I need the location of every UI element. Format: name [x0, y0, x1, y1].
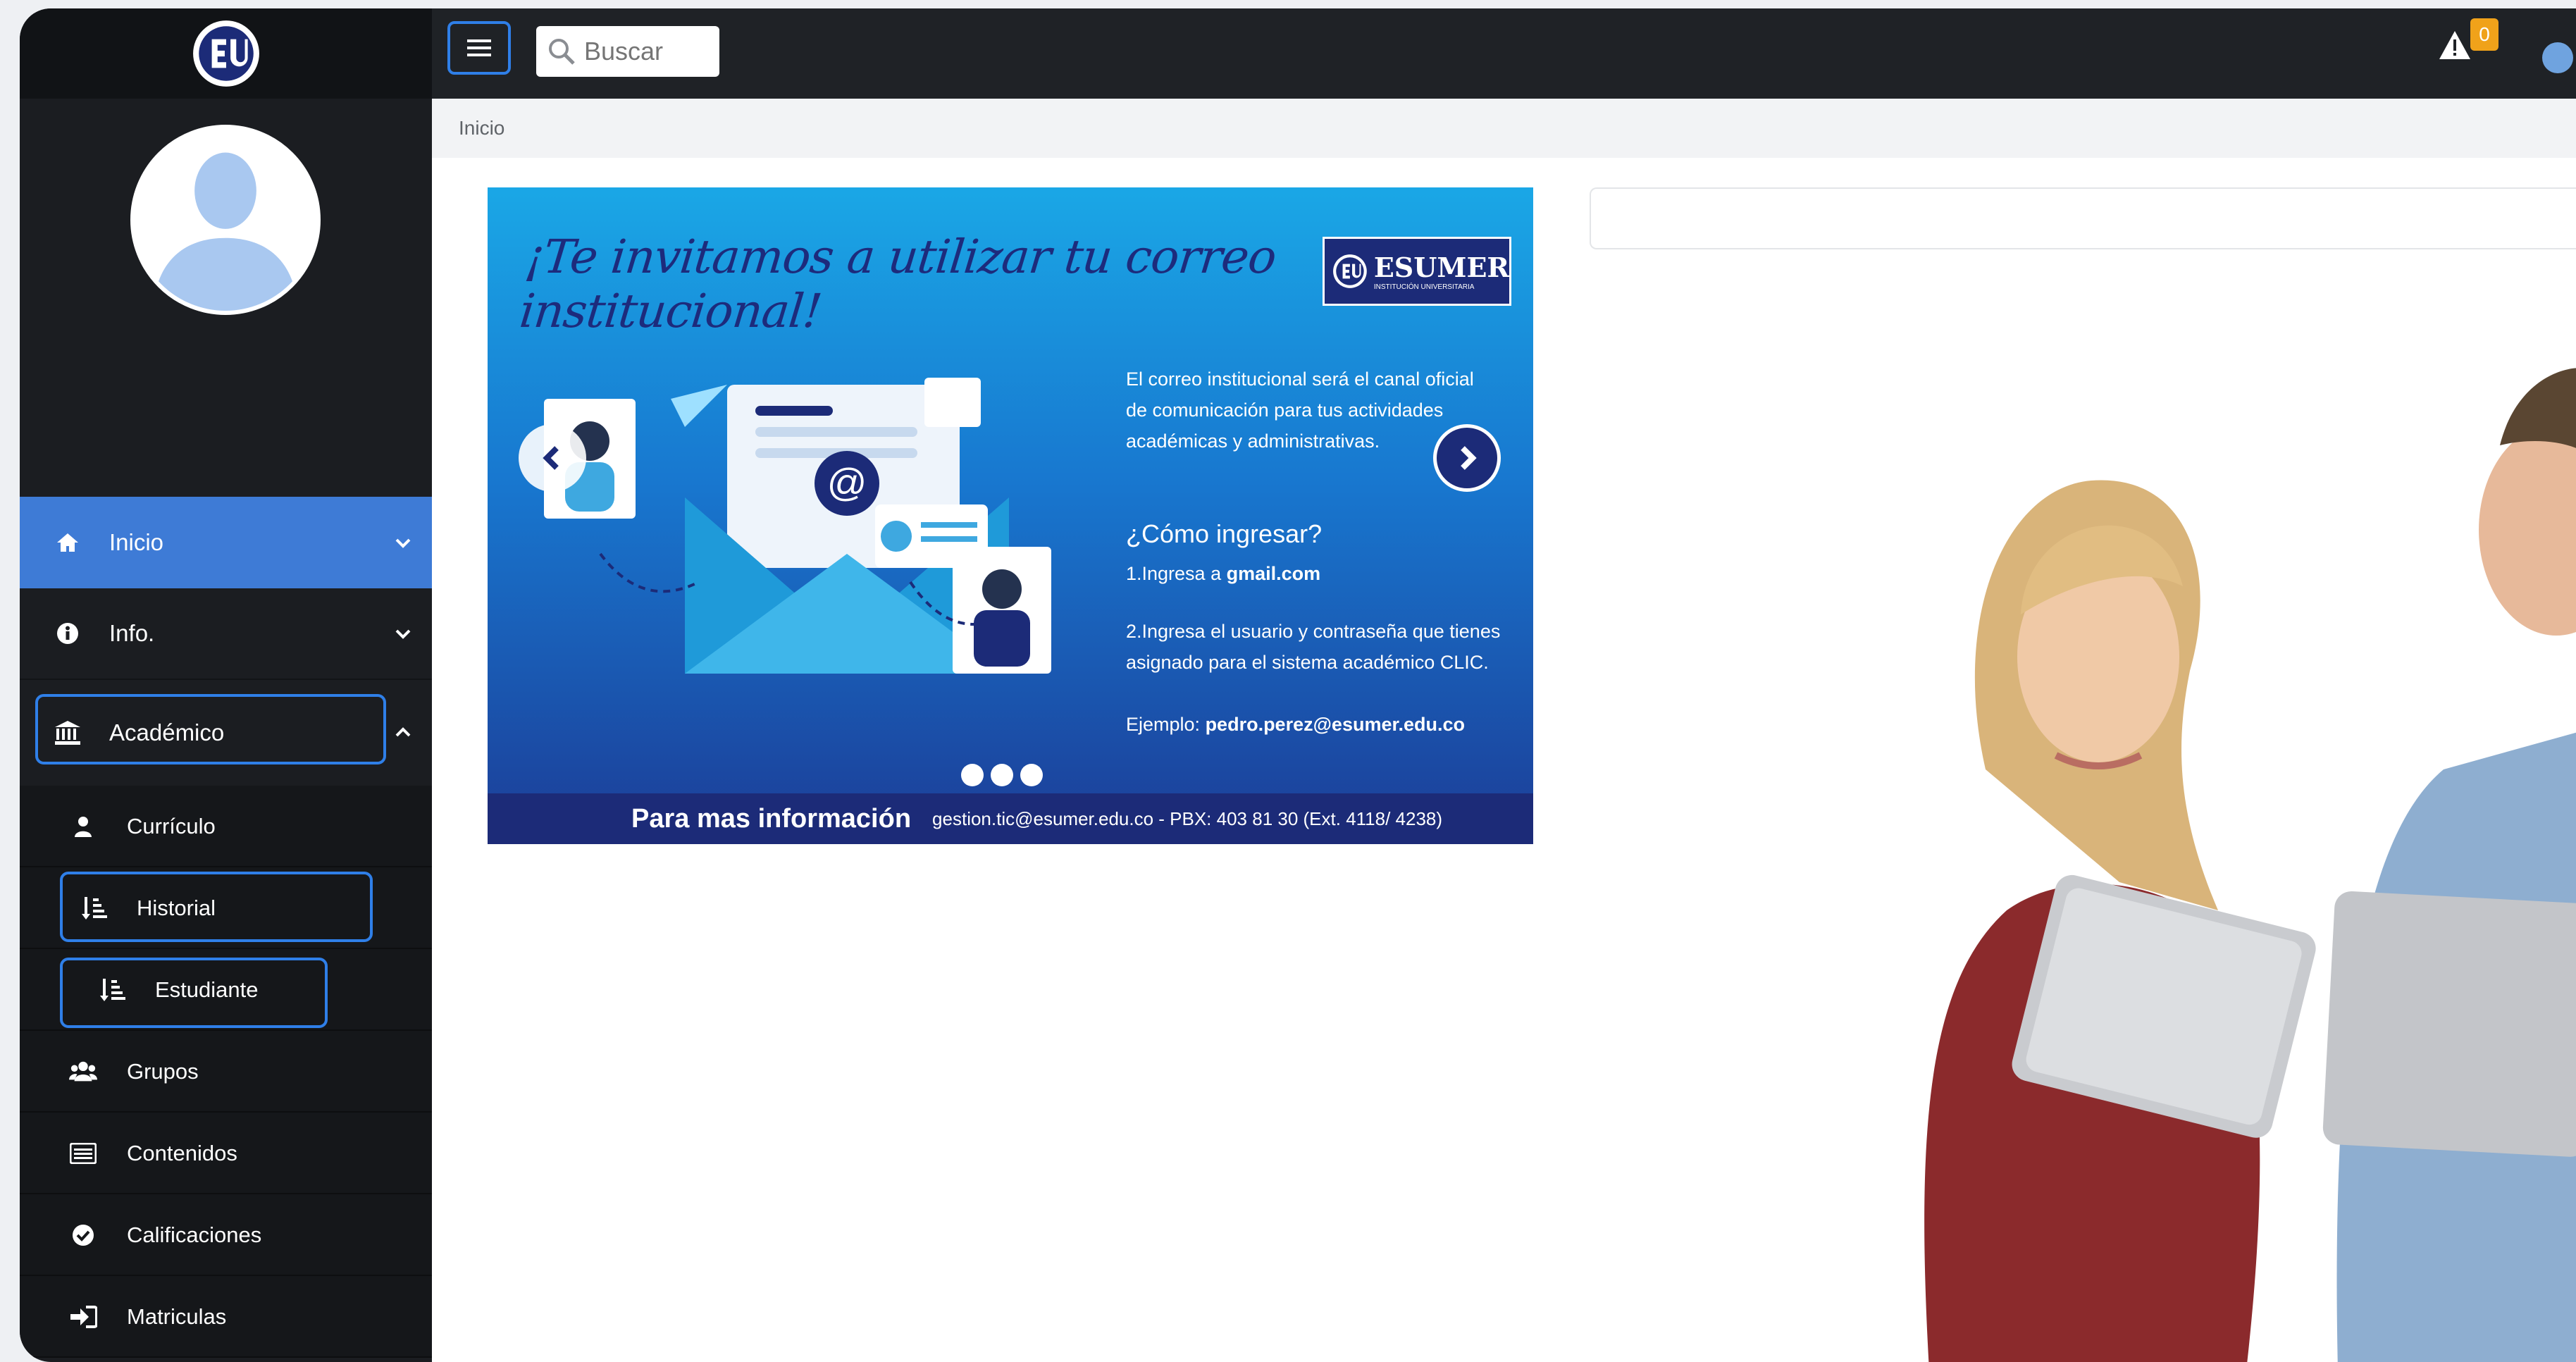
banner-intro-line: El correo institucional será el canal of… [1126, 369, 1474, 390]
check-circle-icon [69, 1221, 97, 1249]
search-icon [549, 39, 575, 65]
banner-step2: 2.Ingresa el usuario y contraseña que ti… [1126, 616, 1500, 678]
logo-subtext: INSTITUCIÓN UNIVERSITARIA [1373, 283, 1475, 291]
step1-link: gmail.com [1226, 563, 1321, 584]
app-window: Inicio Info. Académico Currículo Histori… [20, 8, 2576, 1362]
sidebar-subitem-label: Estudiante [155, 977, 259, 1002]
chevron-left-icon [543, 446, 559, 470]
email-illustration: @ [544, 378, 1051, 674]
chevron-down-icon [395, 538, 411, 548]
user-silhouette-icon [135, 129, 316, 311]
sidebar-subitem-historial[interactable]: Historial [20, 867, 432, 949]
sort-list-icon [80, 894, 109, 922]
footer-contact: gestion.tic@esumer.edu.co - PBX: 403 81 … [932, 807, 1443, 829]
carousel-dot[interactable] [961, 764, 984, 786]
carousel-indicators [961, 764, 1043, 786]
sort-list-icon [99, 976, 127, 1004]
search-input[interactable] [584, 37, 704, 66]
sidebar-subitem-label: Contenidos [127, 1141, 237, 1165]
sidebar-item-academico[interactable]: Académico [20, 680, 432, 786]
menu-toggle-button[interactable] [447, 21, 511, 75]
sidebar-subitem-label: Calificaciones [127, 1222, 262, 1247]
svg-text:@: @ [827, 460, 867, 504]
sidebar: Inicio Info. Académico Currículo Histori… [20, 8, 432, 1362]
list-card-icon [69, 1139, 97, 1168]
home-icon [54, 528, 82, 557]
sidebar-subitem-estudiante[interactable]: Estudiante [20, 949, 432, 1031]
avatar[interactable] [130, 125, 321, 315]
esumer-banner-logo: ESUMER INSTITUCIÓN UNIVERSITARIA [1323, 237, 1511, 306]
sidebar-item-label: Inicio [109, 529, 164, 555]
sidebar-subitem-label: Matriculas [127, 1304, 227, 1329]
breadcrumb: Inicio [432, 99, 2576, 158]
carousel-prev-button[interactable] [519, 424, 586, 492]
warning-icon[interactable] [2438, 30, 2472, 61]
sign-in-icon [69, 1303, 97, 1331]
esumer-logo-icon[interactable] [190, 18, 262, 89]
sidebar-subitem-calificaciones[interactable]: Calificaciones [20, 1194, 432, 1276]
banner-intro-line: de comunicación para tus actividades [1126, 400, 1444, 421]
step2-line: asignado para el sistema académico CLIC. [1126, 652, 1489, 673]
banner-intro: El correo institucional será el canal of… [1126, 364, 1474, 457]
banner-carousel[interactable]: ¡Te invitamos a utilizar tu correo insti… [488, 187, 1533, 844]
banner-footer: Para mas información gestion.tic@esumer.… [488, 793, 1533, 844]
sidebar-subitem-label: Currículo [127, 814, 216, 838]
step2-line: 2.Ingresa el usuario y contraseña que ti… [1126, 621, 1501, 642]
carousel-dot[interactable] [1020, 764, 1043, 786]
sidebar-item-inicio[interactable]: Inicio [20, 497, 432, 588]
sidebar-logo-bar [20, 8, 432, 99]
example-email: pedro.perez@esumer.edu.co [1205, 714, 1466, 735]
example-label: Ejemplo: [1126, 714, 1206, 735]
user-icon [69, 812, 97, 841]
sidebar-subitem-label: Historial [137, 896, 216, 920]
sidebar-subitem-label: Grupos [127, 1059, 199, 1084]
sidebar-item-info[interactable]: Info. [20, 588, 432, 680]
hamburger-icon [467, 39, 491, 56]
logo-text: ESUMER [1373, 252, 1509, 283]
esumer-logo-icon [1333, 254, 1367, 288]
banner-how-title: ¿Cómo ingresar? [1126, 519, 1323, 548]
user-menu-icon[interactable] [2542, 42, 2573, 73]
sidebar-subitem-grupos[interactable]: Grupos [20, 1031, 432, 1113]
content-panel-header [1590, 187, 2576, 249]
sidebar-subitem-matriculas[interactable]: Matriculas [20, 1276, 432, 1358]
sidebar-subitem-curriculo[interactable]: Currículo [20, 786, 432, 867]
banner-step1: 1.Ingresa a gmail.com [1126, 558, 1320, 589]
step1-text: 1.Ingresa a [1126, 563, 1227, 584]
banner-example: Ejemplo: pedro.perez@esumer.edu.co [1126, 709, 1465, 740]
footer-label: Para mas información [631, 803, 912, 834]
chevron-up-icon [395, 727, 411, 737]
banner-intro-line: académicas y administrativas. [1126, 431, 1380, 452]
notification-badge: 0 [2470, 18, 2498, 51]
search-box[interactable] [536, 26, 719, 77]
users-icon [69, 1058, 97, 1086]
sidebar-item-label: Info. [109, 620, 155, 646]
breadcrumb-item-inicio[interactable]: Inicio [459, 117, 504, 139]
students-photo [1924, 368, 2576, 1362]
institution-icon [54, 719, 82, 747]
carousel-dot[interactable] [991, 764, 1013, 786]
chevron-down-icon [395, 629, 411, 639]
sidebar-item-label: Académico [109, 719, 225, 745]
top-navbar: 0 [432, 8, 2576, 99]
sidebar-subitem-contenidos[interactable]: Contenidos [20, 1113, 432, 1194]
info-icon [54, 619, 82, 648]
